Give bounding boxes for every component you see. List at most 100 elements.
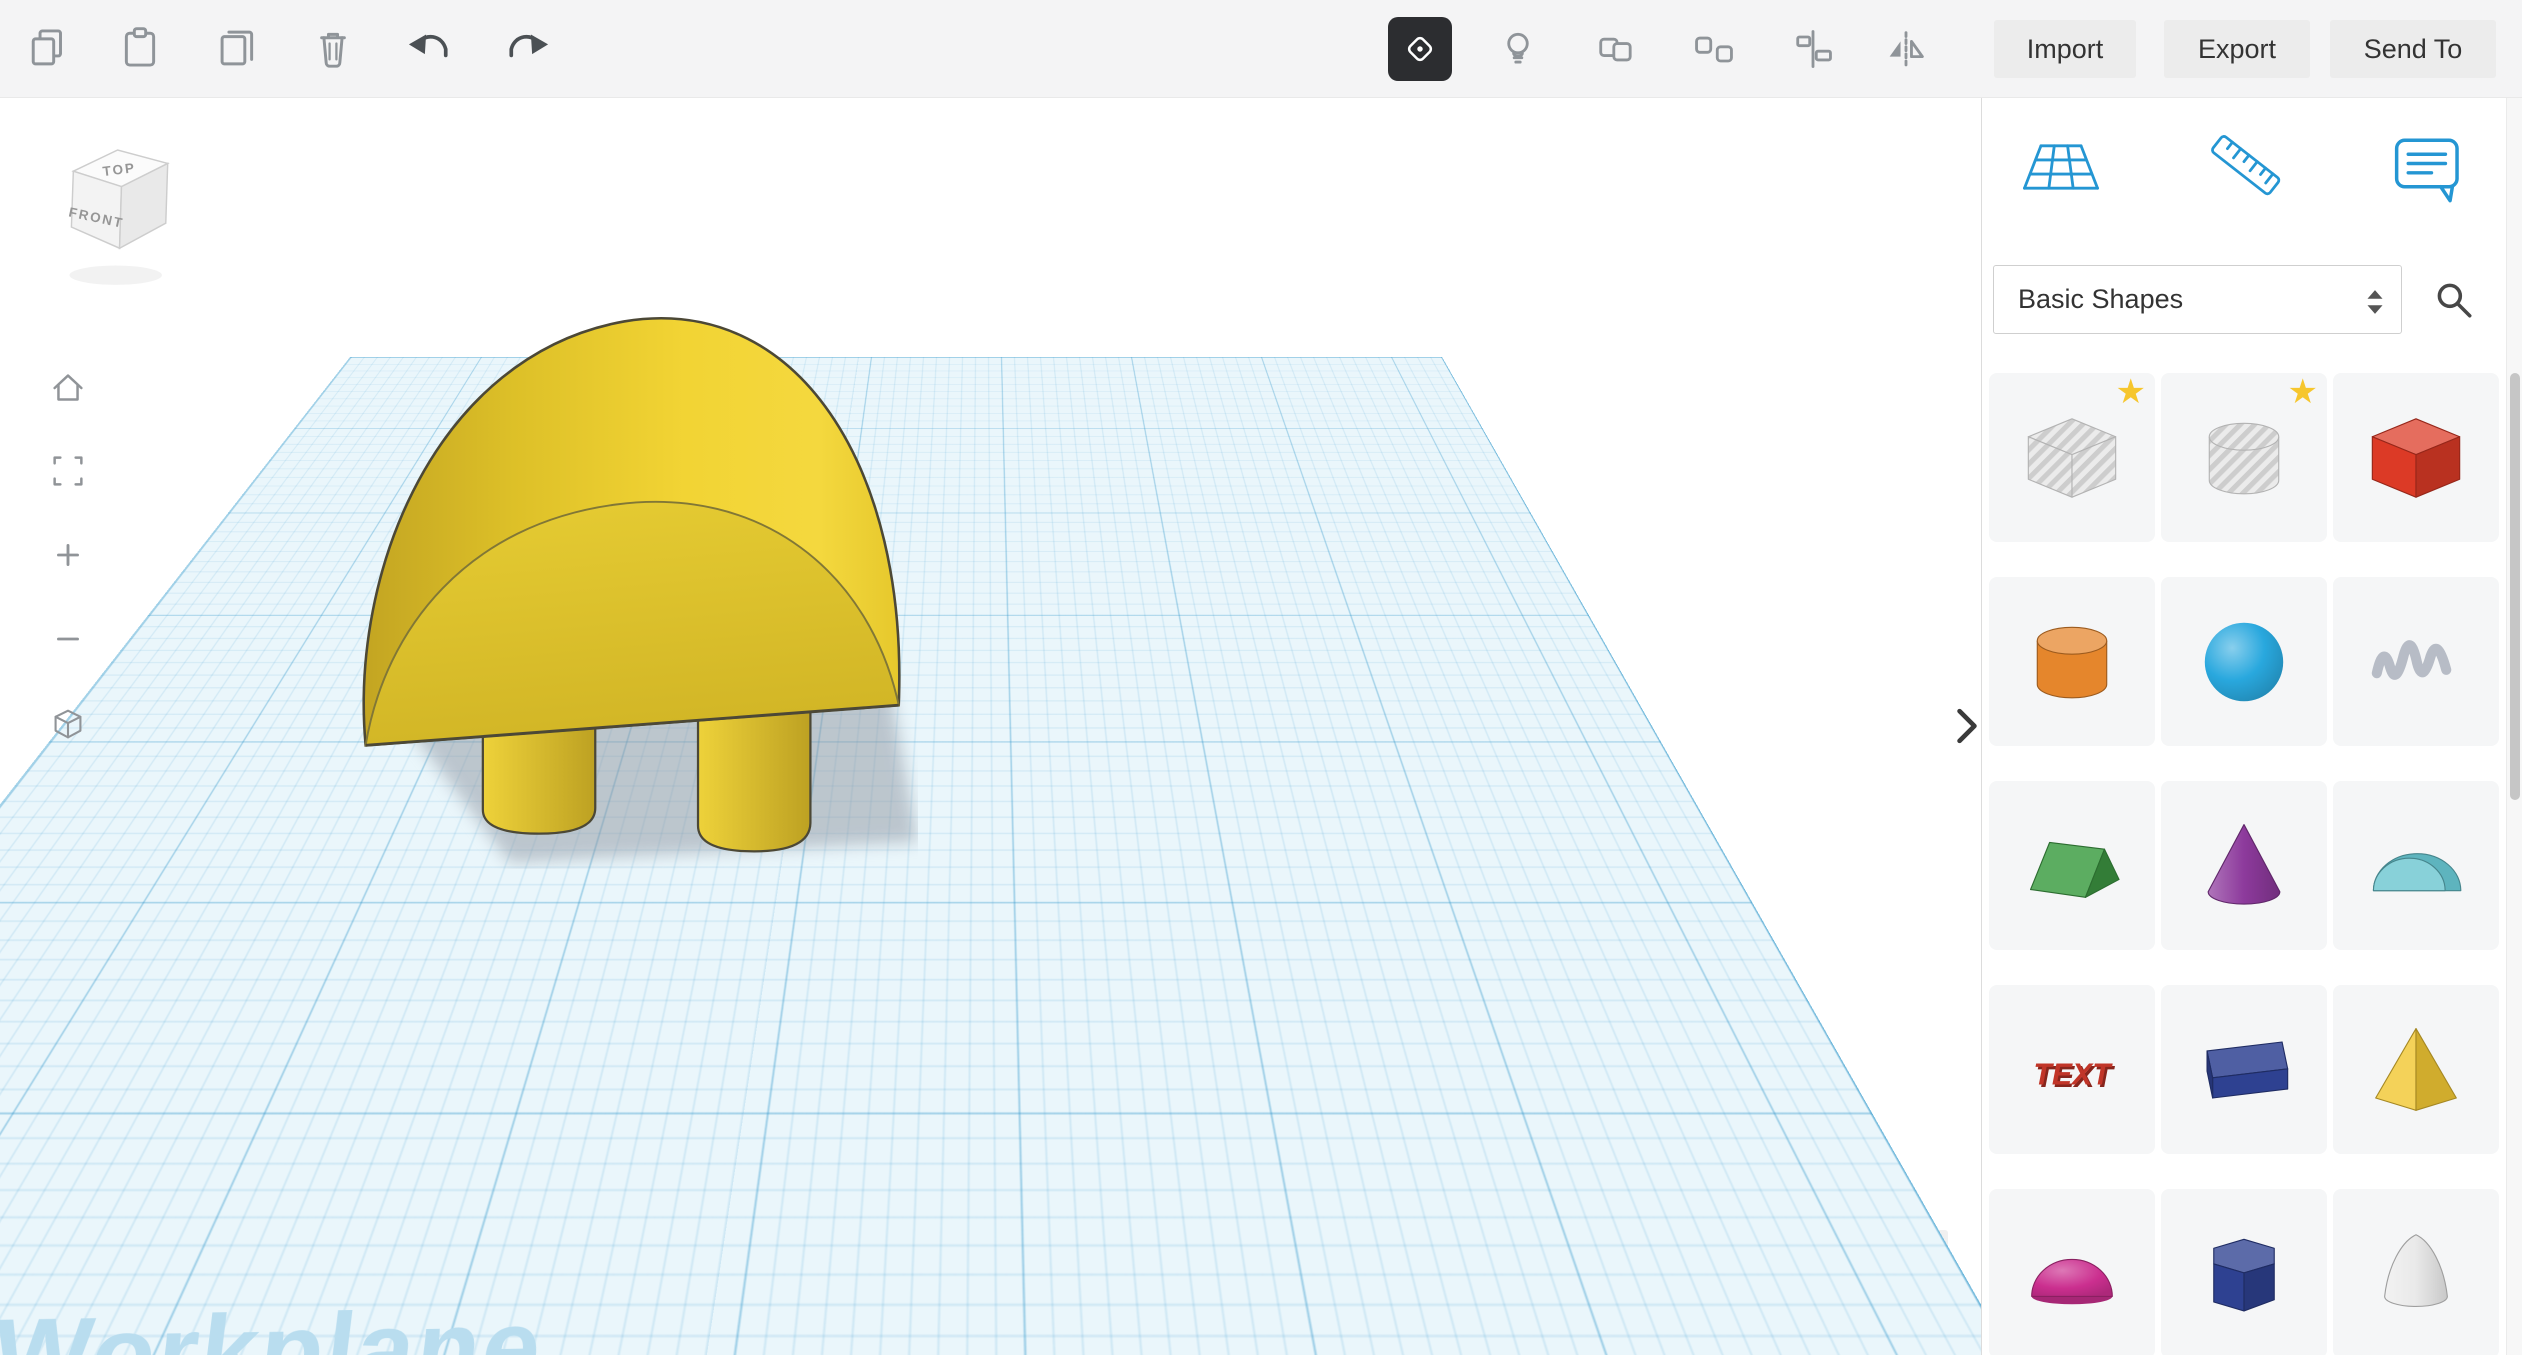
home-view-button[interactable] [46, 366, 90, 410]
trash-icon [320, 32, 346, 68]
box-shape-icon [2027, 417, 2117, 498]
pyramid-shape-icon [2375, 1027, 2457, 1111]
group-button[interactable] [1591, 24, 1641, 74]
shape-tile-pyramid[interactable] [2333, 985, 2499, 1154]
text-shape-icon: TEXTTEXT [2033, 1058, 2115, 1093]
send-to-button[interactable]: Send To [2330, 20, 2496, 78]
snap-grid-label: Snap Grid [1680, 1301, 1798, 1332]
notes-tool-button[interactable] [2378, 122, 2478, 212]
shape-tile-round-roof[interactable] [2333, 781, 2499, 950]
panel-scrollbar [2506, 97, 2522, 1355]
chevron-right-icon [1957, 708, 1977, 744]
shape-tile-box-favorite[interactable]: ★ [1989, 373, 2155, 542]
shape-tile-polygon[interactable] [2161, 1189, 2327, 1355]
workplane-watermark: Workplane [0, 1289, 550, 1355]
redo-button[interactable] [498, 20, 554, 76]
shape-tile-wedge[interactable] [2161, 985, 2327, 1154]
notes-tool-icon [2394, 138, 2459, 203]
settings-button[interactable]: Settings [1774, 1230, 1948, 1272]
ruler-tool-button[interactable] [2196, 122, 2296, 212]
paraboloid-shape-icon [2384, 1233, 2448, 1307]
scrollbar-thumb[interactable] [2510, 373, 2520, 800]
shape-tile-cylinder-favorite[interactable]: ★ [2161, 373, 2327, 542]
show-hidden-eye-icon [1407, 36, 1433, 62]
export-button[interactable]: Export [2164, 20, 2310, 78]
import-button[interactable]: Import [1994, 20, 2136, 78]
fit-view-icon [53, 456, 83, 486]
mirror-icon [1889, 31, 1924, 67]
favorite-star-icon: ★ [2287, 373, 2318, 411]
polygon-shape-icon [2213, 1238, 2275, 1312]
copy-button[interactable] [20, 20, 76, 76]
panel-collapse-handle[interactable] [1950, 702, 1984, 750]
svg-text:TEXT: TEXT [2033, 1058, 2113, 1091]
redo-icon [509, 34, 549, 58]
undo-button[interactable] [403, 20, 459, 76]
shape-tile-text[interactable]: TEXT TEXT [1989, 985, 2155, 1154]
fit-view-button[interactable] [46, 449, 90, 493]
group-icon [1599, 37, 1632, 62]
model-arch-object[interactable] [356, 315, 918, 869]
cylinder-shape-icon [2208, 422, 2280, 494]
zoom-out-button[interactable] [46, 617, 90, 661]
view-cube[interactable]: TOP FRONT [56, 130, 186, 300]
model-leg-left [481, 726, 597, 835]
align-button[interactable] [1788, 24, 1838, 74]
select-arrows-icon [2367, 290, 2383, 314]
shape-tile-half-sphere[interactable] [1989, 1189, 2155, 1355]
snap-grid-dropdown[interactable]: 1.0 mm [1801, 1296, 1948, 1338]
tinkercad-app: Import Export Send To Workplane TOP FRON… [0, 0, 2522, 1355]
shape-category-select[interactable]: Basic Shapes [1993, 265, 2402, 334]
import-label: Import [2026, 33, 2104, 64]
scribble-shape-icon [2371, 639, 2452, 680]
shape-tile-scribble[interactable] [2333, 577, 2499, 746]
box-shape-icon [2371, 417, 2461, 498]
shape-category-value: Basic Shapes [2018, 284, 2184, 314]
workplane-tool-button[interactable] [2011, 122, 2111, 212]
send-to-label: Send To [2363, 33, 2463, 64]
cylinder-shape-icon [2036, 626, 2108, 698]
duplicate-icon [220, 30, 254, 66]
favorite-star-icon: ★ [2115, 373, 2146, 411]
top-toolbar: Import Export Send To [0, 0, 2522, 98]
zoom-in-button[interactable] [46, 533, 90, 577]
workplane-tool-icon [2023, 144, 2099, 190]
ungroup-button[interactable] [1689, 24, 1739, 74]
settings-label: Settings [1815, 1236, 1907, 1265]
shape-tile-paraboloid[interactable] [2333, 1189, 2499, 1355]
ruler-tool-icon [2211, 135, 2281, 196]
shape-tile-cylinder[interactable] [1989, 577, 2155, 746]
export-label: Export [2197, 33, 2277, 64]
zoom-in-icon [57, 544, 79, 566]
view-cube-shadow [69, 265, 162, 285]
align-icon [1796, 30, 1832, 68]
shape-tile-box[interactable] [2333, 373, 2499, 542]
lights-button[interactable] [1493, 24, 1543, 74]
copy-icon [31, 29, 62, 66]
shape-tile-sphere[interactable] [2161, 577, 2327, 746]
home-icon [53, 374, 83, 401]
paste-button[interactable] [112, 20, 168, 76]
delete-button[interactable] [305, 20, 361, 76]
cone-shape-icon [2207, 823, 2281, 905]
perspective-toggle-button[interactable] [46, 702, 90, 746]
shapes-panel: Basic Shapes ★ ★ TEXT TEXT [1981, 97, 2522, 1355]
search-button[interactable] [2425, 271, 2481, 327]
viewport-3d[interactable]: Workplane TOP FRONT Settings Snap Grid 1… [0, 97, 1981, 1355]
show-hidden-button[interactable] [1388, 17, 1452, 81]
workplane-grid [0, 97, 1981, 357]
shape-grid: ★ ★ TEXT TEXT [1989, 373, 2499, 1355]
paste-icon [124, 27, 156, 67]
half-sphere-shape-icon [2031, 1258, 2113, 1304]
undo-icon [408, 34, 448, 58]
zoom-out-icon [57, 637, 79, 641]
shape-tile-cone[interactable] [2161, 781, 2327, 950]
mirror-button[interactable] [1881, 24, 1931, 74]
duplicate-button[interactable] [210, 20, 266, 76]
snap-grid-value: 1.0 mm [1820, 1303, 1901, 1330]
search-icon [2437, 283, 2472, 318]
lightbulb-icon [1507, 32, 1529, 64]
shape-tile-roof[interactable] [1989, 781, 2155, 950]
dropdown-caret-icon [1921, 1314, 1935, 1323]
round-roof-shape-icon [2372, 852, 2462, 891]
